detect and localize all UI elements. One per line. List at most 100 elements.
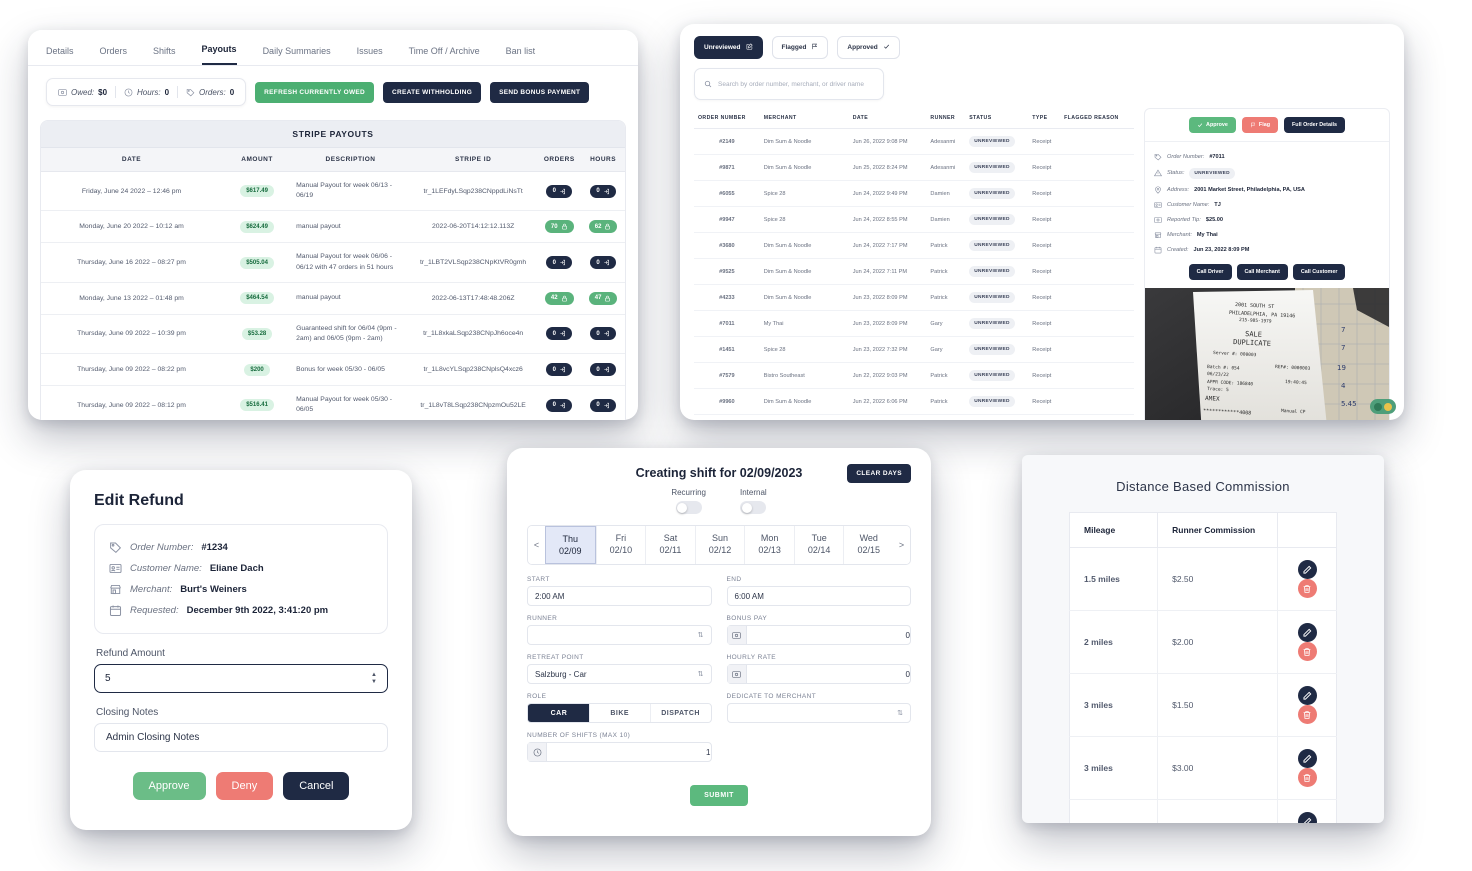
delete-button[interactable] <box>1297 768 1317 787</box>
orders-count-badge[interactable]: 0 <box>546 184 573 198</box>
hourly-rate-input[interactable]: 0 <box>726 664 911 685</box>
tab-daily-summaries[interactable]: Daily Summaries <box>263 46 331 65</box>
table-row[interactable]: Monday, June 13 2022 – 01:48 pm $464.54 ma… <box>41 282 625 315</box>
edit-button[interactable] <box>1297 560 1317 579</box>
submit-button[interactable]: SUBMIT <box>690 785 748 807</box>
bonus-pay-input[interactable]: 0 <box>726 625 911 646</box>
clear-days-button[interactable]: CLEAR DAYS <box>847 464 911 483</box>
role-bike[interactable]: BIKE <box>588 704 650 723</box>
hours-count-badge[interactable]: 0 <box>590 184 617 198</box>
day-cell-02-09[interactable]: Thu 02/09 <box>545 526 596 565</box>
end-input[interactable]: 6:00 AM <box>726 586 911 607</box>
table-row[interactable]: #7579 Bistro Southeast Jun 22, 2022 9:03 P… <box>694 362 1134 389</box>
table-row[interactable]: Thursday, June 16 2022 – 08:27 pm $505.04… <box>41 242 625 283</box>
refund-amount-input[interactable]: 5 ▲ ▼ <box>94 664 388 693</box>
tab-details[interactable]: Details <box>46 46 74 65</box>
table-row[interactable]: #7011 My Thai Jun 23, 2022 8:09 PM Gary UNRE… <box>694 310 1134 337</box>
table-row[interactable]: #3680 Dim Sum & Noodle Jun 24, 2022 7:17 P… <box>694 232 1134 259</box>
hours-count-badge[interactable]: 0 <box>590 363 617 377</box>
orders-count-badge[interactable]: 0 <box>546 398 573 412</box>
start-input[interactable]: 2:00 AM <box>527 586 712 607</box>
table-row[interactable]: #6055 Spice 28 Jun 24, 2022 9:49 PM Damien U… <box>694 180 1134 207</box>
tab-shifts[interactable]: Shifts <box>153 46 176 65</box>
call-driver-button[interactable]: Call Driver <box>1188 264 1232 280</box>
edit-button[interactable] <box>1297 623 1317 642</box>
delete-button[interactable] <box>1297 579 1317 598</box>
table-row[interactable]: #4233 Dim Sum & Noodle Jun 23, 2022 8:09 P… <box>694 284 1134 311</box>
number-of-shifts-input[interactable]: 1 <box>527 742 712 763</box>
day-cell-02-12[interactable]: Sun 02/12 <box>694 526 745 565</box>
runner-select[interactable]: ⇅ <box>527 625 712 646</box>
order-search-box[interactable] <box>694 68 884 100</box>
create-withholding-button[interactable]: CREATE WITHHOLDING <box>383 81 482 103</box>
delete-button[interactable] <box>1297 705 1317 724</box>
flag-button[interactable]: Flag <box>1241 117 1279 133</box>
filter-chip-flagged[interactable]: Flagged <box>771 36 829 59</box>
day-cell-02-14[interactable]: Tue 02/14 <box>793 526 844 565</box>
call-customer-button[interactable]: Call Customer <box>1292 264 1346 280</box>
table-row[interactable]: Friday, June 24 2022 – 12:46 pm $617.49 Ma… <box>41 171 625 212</box>
table-row[interactable]: #9525 Dim Sum & Noodle Jun 24, 2022 7:11 P… <box>694 258 1134 285</box>
dedicate-merchant-select[interactable]: ⇅ <box>726 703 911 724</box>
table-row[interactable]: #9947 Spice 28 Jun 24, 2022 8:55 PM Damien U… <box>694 206 1134 233</box>
table-row[interactable]: Thursday, June 09 2022 – 08:22 pm $200 Bon… <box>41 353 625 387</box>
number-of-shifts-value: 1 <box>706 747 711 757</box>
send-bonus-payment-button[interactable]: SEND BONUS PAYMENT <box>490 81 590 103</box>
toggle-switch[interactable] <box>675 501 702 514</box>
full-order-details-button[interactable]: Full Order Details <box>1284 117 1345 133</box>
refresh-currently-owed-button[interactable]: REFRESH CURRENTLY OWED <box>255 81 375 103</box>
orders-count-badge[interactable]: 0 <box>546 256 573 270</box>
table-row[interactable]: #1451 Spice 28 Jun 23, 2022 7:32 PM Gary UNR… <box>694 336 1134 363</box>
call-merchant-button[interactable]: Call Merchant <box>1236 264 1288 280</box>
hours-count-badge[interactable]: 0 <box>590 327 617 341</box>
delete-button[interactable] <box>1297 642 1317 661</box>
day-cell-02-13[interactable]: Mon 02/13 <box>744 526 794 565</box>
role-car[interactable]: CAR <box>528 704 589 723</box>
tab-issues[interactable]: Issues <box>357 46 383 65</box>
search-input[interactable] <box>718 80 874 88</box>
hours-count-badge[interactable]: 47 <box>588 291 618 305</box>
filter-chip-approved[interactable]: Approved <box>837 36 900 59</box>
payout-stripe-id: tr_1L8xkaLSqp238CNpJh6oce4n <box>408 314 538 355</box>
next-week-button[interactable]: > <box>893 526 910 565</box>
orders-count-badge[interactable]: 0 <box>546 363 573 377</box>
hours-count-badge[interactable]: 0 <box>590 398 617 412</box>
day-cell-02-15[interactable]: Wed 02/15 <box>843 526 894 565</box>
support-widget-badge[interactable] <box>1370 399 1396 414</box>
table-row[interactable]: Thursday, June 09 2022 – 10:39 pm $53.28 G… <box>41 314 625 355</box>
day-cell-02-10[interactable]: Fri 02/10 <box>595 526 646 565</box>
order-date: Jun 24, 2022 9:49 PM <box>848 180 927 207</box>
edit-button[interactable] <box>1297 812 1317 823</box>
prev-week-button[interactable]: < <box>528 526 545 565</box>
approve-button[interactable]: Approve <box>1189 117 1236 133</box>
tab-ban-list[interactable]: Ban list <box>506 46 536 65</box>
filter-chip-unreviewed[interactable]: Unreviewed <box>694 36 763 59</box>
approve-button[interactable]: Approve <box>132 772 206 800</box>
table-row[interactable]: #2149 Dim Sum & Noodle Jun 26, 2022 9:08 P… <box>694 128 1134 155</box>
deny-button[interactable]: Deny <box>215 772 274 800</box>
toggle-switch[interactable] <box>740 501 767 514</box>
number-stepper-icon[interactable]: ▲ ▼ <box>371 672 377 685</box>
closing-notes-input[interactable]: Admin Closing Notes <box>94 723 388 752</box>
orders-count-badge[interactable]: 70 <box>544 220 574 234</box>
tab-time-off-archive[interactable]: Time Off / Archive <box>409 46 480 65</box>
table-row[interactable]: Monday, June 20 2022 – 10:12 am $624.49 ma… <box>41 210 625 244</box>
table-row[interactable]: #5042Dim Sum & NoodleJun 22, 2022 4:39 P… <box>694 414 1134 420</box>
status-badge: UNREVIEWED <box>969 396 1015 407</box>
hours-count-badge[interactable]: 0 <box>590 256 617 270</box>
day-cell-02-11[interactable]: Sat 02/11 <box>645 526 695 565</box>
edit-button[interactable] <box>1297 749 1317 768</box>
table-row[interactable]: #9871 Dim Sum & Noodle Jun 25, 2022 8:24 P… <box>694 154 1134 181</box>
role-dispatch[interactable]: DISPATCH <box>649 704 711 723</box>
table-row[interactable]: #9960 Dim Sum & Noodle Jun 22, 2022 6:06 P… <box>694 388 1134 415</box>
refund-title: Edit Refund <box>94 492 184 509</box>
retreat-point-select[interactable]: Salzburg - Car ⇅ <box>527 664 712 685</box>
edit-button[interactable] <box>1297 686 1317 705</box>
orders-count-badge[interactable]: 42 <box>544 291 574 305</box>
tab-payouts[interactable]: Payouts <box>201 44 237 65</box>
cancel-button[interactable]: Cancel <box>283 772 350 800</box>
hours-count-badge[interactable]: 62 <box>588 220 618 234</box>
tab-orders[interactable]: Orders <box>100 46 128 65</box>
orders-count-badge[interactable]: 0 <box>546 327 573 341</box>
table-row[interactable]: Thursday, June 09 2022 – 08:12 pm $516.41… <box>41 385 625 420</box>
